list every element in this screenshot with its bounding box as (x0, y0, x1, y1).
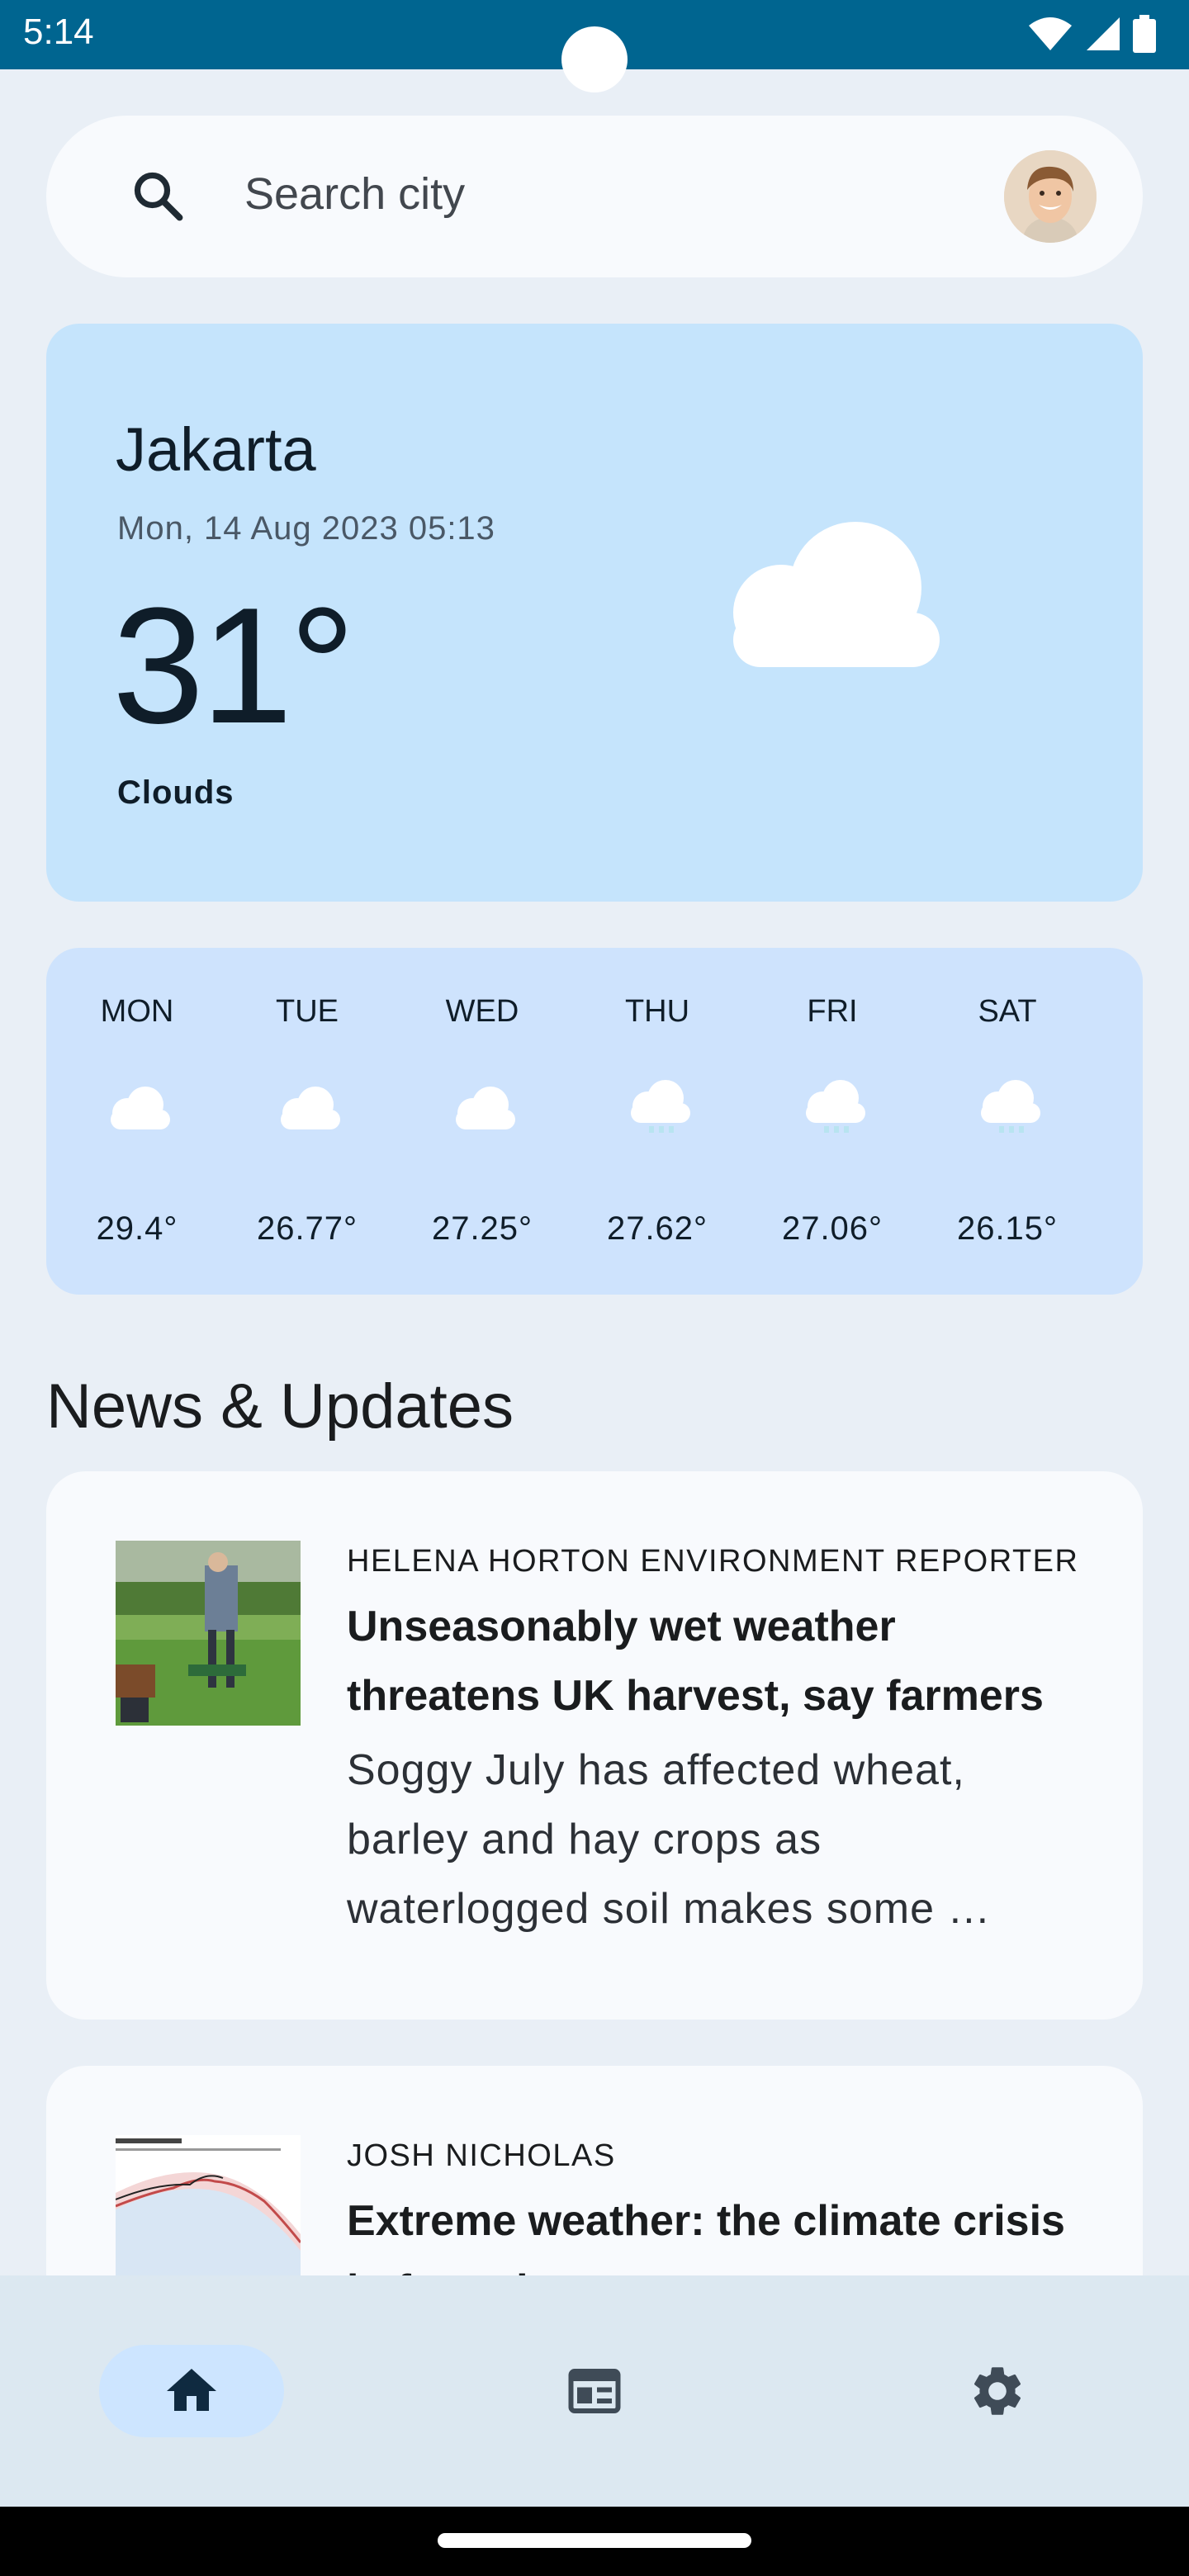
search-bar[interactable]: Search city (46, 116, 1143, 277)
cloud-icon (111, 1087, 170, 1129)
news-thumbnail-farm (116, 1541, 301, 1726)
news-author: JOSH NICHOLAS (347, 2138, 616, 2173)
news-title[interactable]: Unseasonably wet weather threatens UK ha… (347, 1592, 1090, 1731)
forecast-day-label: SAT (978, 994, 1037, 1029)
cloud-icon (281, 1087, 340, 1129)
gear-icon (973, 2367, 1021, 2415)
date-time: Mon, 14 Aug 2023 05:13 (117, 510, 495, 547)
forecast-temp: 27.62° (606, 1210, 708, 1247)
forecast-day: TUE 26.77° (241, 948, 373, 1295)
current-temperature: 31° (112, 574, 355, 758)
forecast-temp: 27.06° (781, 1210, 883, 1247)
city-name: Jakarta (116, 415, 316, 484)
nav-item-news[interactable] (502, 2345, 687, 2437)
forecast-card: MON 29.4° TUE 26.77° WED 27.25° THU 27.6… (46, 948, 1143, 1295)
wifi-icon (1029, 17, 1072, 50)
system-gesture-area (0, 2507, 1189, 2576)
rain-cloud-icon (981, 1080, 1040, 1133)
forecast-day-label: TUE (276, 994, 339, 1029)
forecast-temp: 26.77° (256, 1210, 358, 1247)
nav-item-settings[interactable] (905, 2345, 1090, 2437)
forecast-day-label: THU (624, 994, 690, 1029)
rain-cloud-icon (806, 1080, 865, 1133)
forecast-day: THU 27.62° (591, 948, 723, 1295)
newspaper-icon (568, 2369, 621, 2413)
forecast-day: SAT 26.15° (941, 948, 1073, 1295)
cloud-icon (733, 522, 940, 667)
signal-icon (1087, 17, 1120, 50)
forecast-day: FRI 27.06° (766, 948, 898, 1295)
forecast-day: MON 29.4° (71, 948, 203, 1295)
camera-cutout (561, 26, 628, 92)
forecast-temp: 27.25° (431, 1210, 533, 1247)
nav-item-home[interactable] (99, 2345, 284, 2437)
forecast-day-label: FRI (807, 994, 858, 1029)
forecast-day-label: WED (445, 994, 519, 1029)
forecast-day: WED 27.25° (416, 948, 548, 1295)
cloud-icon (456, 1087, 515, 1129)
home-icon (167, 2369, 216, 2411)
battery-icon (1133, 15, 1156, 53)
status-time: 5:14 (23, 12, 94, 52)
search-icon[interactable] (129, 167, 188, 226)
news-author: HELENA HORTON ENVIRONMENT REPORTER (347, 1544, 1079, 1579)
weather-condition: Clouds (117, 774, 234, 811)
avatar-image (1004, 150, 1097, 243)
forecast-temp: 26.15° (956, 1210, 1059, 1247)
news-summary: Soggy July has affected wheat, barley an… (347, 1746, 992, 1933)
avatar[interactable] (1004, 150, 1097, 243)
bottom-navigation (0, 2275, 1189, 2507)
forecast-temp: 29.4° (96, 1210, 178, 1247)
search-input[interactable]: Search city (244, 168, 465, 220)
current-weather-card: Jakarta Mon, 14 Aug 2023 05:13 31° Cloud… (46, 324, 1143, 902)
status-icons (1027, 15, 1156, 53)
forecast-day-label: MON (100, 994, 174, 1029)
news-card[interactable]: HELENA HORTON ENVIRONMENT REPORTER Unsea… (46, 1471, 1143, 2020)
gesture-handle[interactable] (438, 2533, 751, 2548)
section-title-news: News & Updates (46, 1371, 514, 1442)
rain-cloud-icon (631, 1080, 690, 1133)
